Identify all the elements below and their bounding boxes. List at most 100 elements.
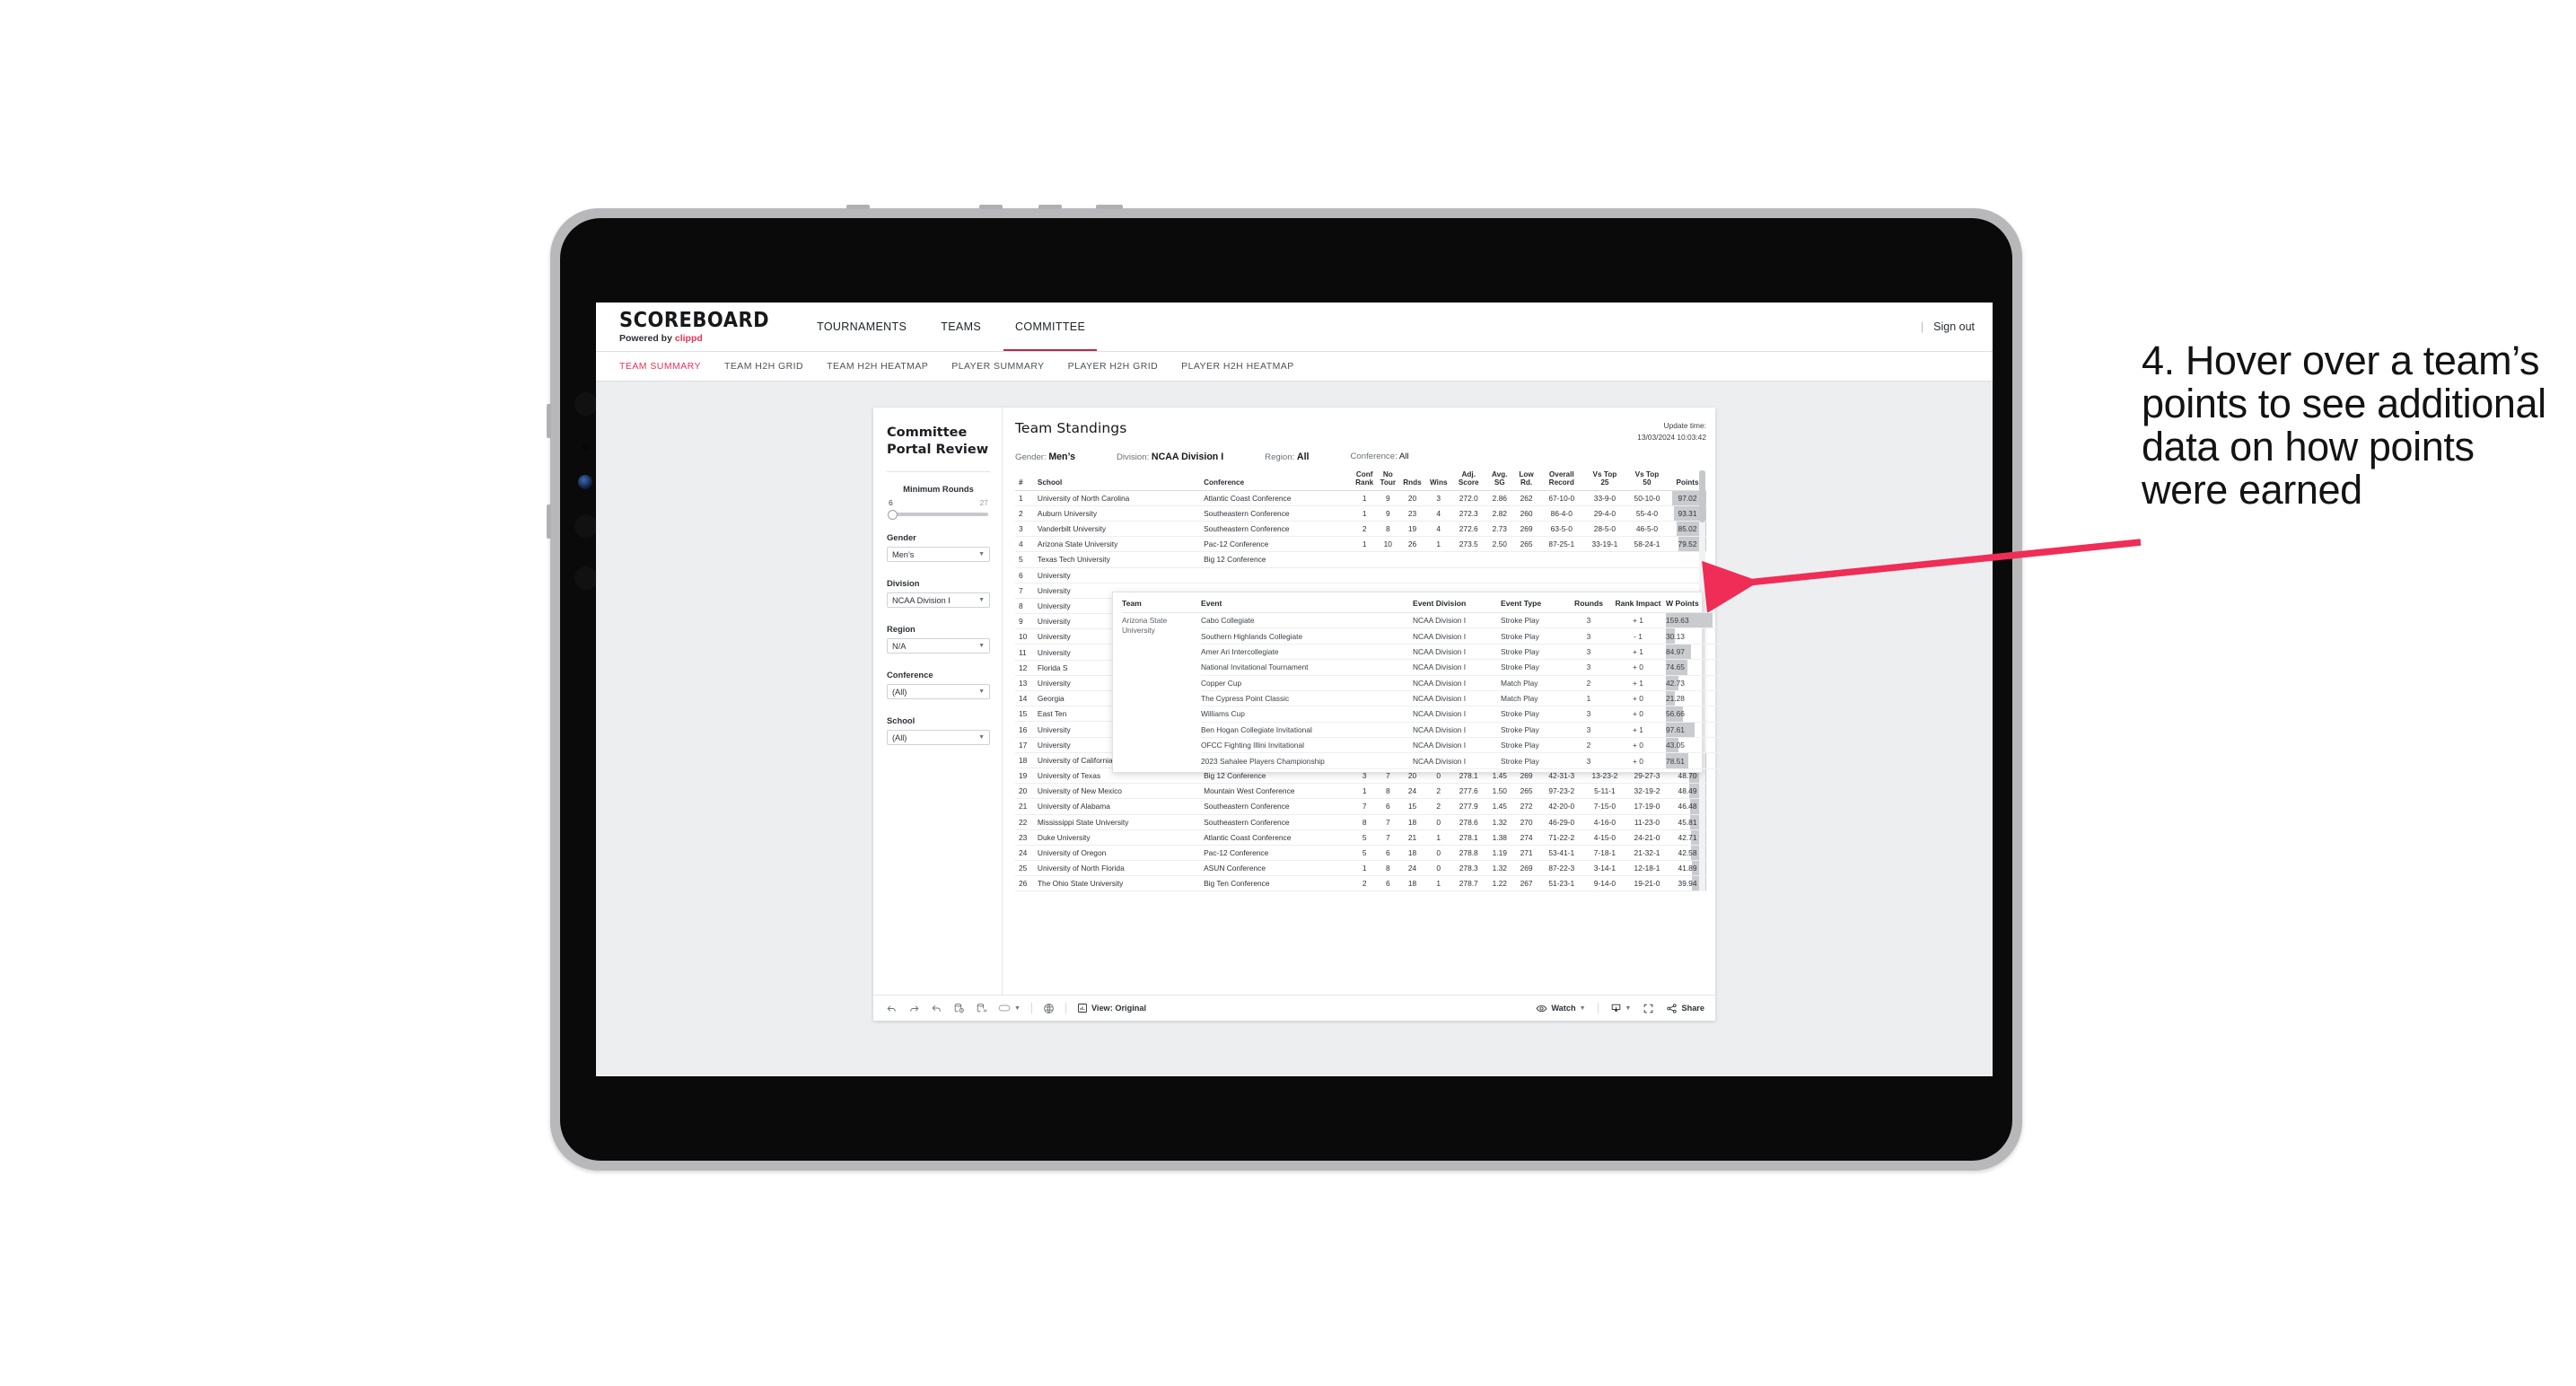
table-row[interactable]: 6 University: [1015, 567, 1706, 583]
col-overall-record[interactable]: Overall Record: [1538, 470, 1584, 491]
tablet-volume-down-button[interactable]: [547, 504, 551, 539]
col-conference[interactable]: Conference: [1200, 470, 1353, 491]
col-adj-score[interactable]: Adj. Score: [1451, 470, 1486, 491]
update-time-value: 13/03/2024 10:03:42: [1637, 432, 1706, 442]
tooltip-event: Cabo Collegiate: [1201, 612, 1413, 629]
tablet-top-button-1[interactable]: [846, 205, 870, 209]
row-rank: 13: [1015, 675, 1034, 692]
table-row[interactable]: 3 Vanderbilt University Southeastern Confe…: [1015, 521, 1706, 538]
col-rank[interactable]: #: [1015, 470, 1034, 491]
tooltip-row: Southern Highlands Collegiate NCAA Divisi…: [1122, 627, 1720, 645]
tablet-volume-up-button[interactable]: [547, 404, 551, 438]
revert-icon[interactable]: [931, 1003, 942, 1014]
redo-icon[interactable]: [908, 1003, 920, 1014]
help-icon[interactable]: [1043, 1003, 1055, 1014]
table-row[interactable]: 26 The Ohio State University Big Ten Confe…: [1015, 875, 1706, 892]
subtab-team-h2h-grid[interactable]: TEAM H2H GRID: [724, 361, 803, 372]
primary-nav-tabs: TOURNAMENTS TEAMS COMMITTEE: [800, 303, 1102, 351]
minimum-rounds-slider-handle[interactable]: [888, 509, 898, 520]
refresh-data-icon[interactable]: [953, 1003, 965, 1014]
tablet-power-button[interactable]: [1096, 205, 1123, 209]
row-adj-score: 278.7: [1451, 875, 1486, 892]
row-rank: 18: [1015, 752, 1034, 768]
sign-out-link[interactable]: Sign out: [1933, 320, 1975, 333]
applied-filter-division-label: Division:: [1116, 452, 1150, 463]
row-no-tour: 8: [1376, 860, 1399, 877]
share-button[interactable]: Share: [1666, 1003, 1704, 1014]
subtab-player-h2h-grid[interactable]: PLAYER H2H GRID: [1068, 361, 1159, 372]
toolbar-left-group: ▼ View: Original: [886, 1003, 1146, 1014]
view-original-button[interactable]: View: Original: [1077, 1003, 1146, 1013]
watch-button[interactable]: Watch ▼: [1536, 1003, 1586, 1014]
table-row[interactable]: 1 University of North Carolina Atlantic Co…: [1015, 490, 1706, 506]
undo-icon[interactable]: [886, 1003, 898, 1014]
row-rank: 2: [1015, 505, 1034, 522]
filter-school: School (All) ▼: [887, 715, 990, 746]
row-rank: 21: [1015, 798, 1034, 815]
pause-updates-icon[interactable]: [976, 1003, 987, 1014]
col-no-tour[interactable]: No Tour: [1376, 470, 1399, 491]
table-row[interactable]: 2 Auburn University Southeastern Conferenc…: [1015, 505, 1706, 522]
gender-select[interactable]: Men’s ▼: [887, 547, 990, 563]
col-school[interactable]: School: [1033, 470, 1201, 491]
col-vs-top-25[interactable]: Vs Top 25: [1583, 470, 1625, 491]
conference-select[interactable]: (All) ▼: [887, 684, 990, 700]
col-vs-top-50[interactable]: Vs Top 50: [1625, 470, 1669, 491]
region-select[interactable]: N/A ▼: [887, 638, 990, 654]
download-button[interactable]: ▼: [1610, 1003, 1631, 1014]
row-conf-rank: [1352, 567, 1377, 583]
col-conf-rank[interactable]: Conf Rank: [1352, 470, 1377, 491]
school-select[interactable]: (All) ▼: [887, 730, 990, 746]
table-scrollbar-thumb[interactable]: [1699, 470, 1705, 523]
table-row[interactable]: 21 University of Alabama Southeastern Conf…: [1015, 798, 1706, 815]
tooltip-event-type: Stroke Play: [1501, 612, 1567, 629]
row-overall-record: 97-23-2: [1538, 783, 1584, 800]
points-value: 93.31: [1678, 508, 1697, 518]
chevron-down-icon: ▼: [978, 734, 985, 741]
row-avg-sg: 1.50: [1485, 783, 1514, 800]
table-row[interactable]: 24 University of Oregon Pac-12 Conference 5…: [1015, 845, 1706, 862]
subtab-team-h2h-heatmap[interactable]: TEAM H2H HEATMAP: [827, 361, 928, 372]
view-mode-dropdown[interactable]: ▼: [998, 1004, 1021, 1013]
region-value: N/A: [892, 641, 907, 651]
table-row[interactable]: 5 Texas Tech University Big 12 Conference: [1015, 551, 1706, 568]
tablet-top-button-3[interactable]: [1038, 205, 1062, 209]
row-rnds: 21: [1398, 829, 1426, 846]
row-overall-record: [1538, 567, 1584, 583]
row-school: University of North Carolina: [1033, 490, 1201, 506]
table-row[interactable]: 23 Duke University Atlantic Coast Conferen…: [1015, 829, 1706, 846]
col-avg-sg[interactable]: Avg. SG: [1485, 470, 1514, 491]
tablet-top-button-2[interactable]: [979, 205, 1003, 209]
nav-tab-committee[interactable]: COMMITTEE: [998, 303, 1102, 351]
app-viewport: SCOREBOARD Powered by clippd TOURNAMENTS…: [596, 303, 1993, 1076]
subtab-player-summary[interactable]: PLAYER SUMMARY: [951, 361, 1044, 372]
subtab-team-summary[interactable]: TEAM SUMMARY: [619, 361, 701, 372]
table-row[interactable]: 22 Mississippi State University Southeaste…: [1015, 814, 1706, 830]
table-row[interactable]: 25 University of North Florida ASUN Confer…: [1015, 860, 1706, 877]
brand-logo[interactable]: SCOREBOARD Powered by clippd: [596, 309, 800, 344]
row-rnds: 26: [1398, 536, 1426, 553]
row-rank: 12: [1015, 660, 1034, 676]
tooltip-header-row: Team Event Event Division Event Type Rou…: [1122, 599, 1720, 613]
row-conf-rank: 5: [1352, 829, 1377, 846]
col-low-rd[interactable]: Low Rd.: [1513, 470, 1539, 491]
row-adj-score: [1451, 551, 1486, 568]
speaker-hole-icon-2: [574, 566, 598, 590]
table-row[interactable]: 20 University of New Mexico Mountain West …: [1015, 783, 1706, 800]
row-wins: 0: [1425, 860, 1452, 877]
minimum-rounds-slider[interactable]: [888, 509, 988, 520]
col-rnds[interactable]: Rnds: [1398, 470, 1426, 491]
dashboard-wrapper: Committee Portal Review Minimum Rounds 6…: [596, 382, 1993, 1021]
table-row[interactable]: 4 Arizona State University Pac-12 Conferen…: [1015, 536, 1706, 553]
division-select[interactable]: NCAA Division I ▼: [887, 592, 990, 609]
nav-tab-tournaments[interactable]: TOURNAMENTS: [800, 303, 924, 351]
row-rnds: 20: [1398, 490, 1426, 506]
row-low-rd: 274: [1513, 829, 1539, 846]
col-wins[interactable]: Wins: [1425, 470, 1452, 491]
tooltip-rank-impact: + 1: [1610, 612, 1666, 629]
row-rnds: 19: [1398, 521, 1426, 538]
subtab-player-h2h-heatmap[interactable]: PLAYER H2H HEATMAP: [1181, 361, 1294, 372]
fullscreen-icon[interactable]: [1643, 1003, 1654, 1014]
points-value: 39.94: [1678, 879, 1697, 889]
nav-tab-teams[interactable]: TEAMS: [924, 303, 998, 351]
